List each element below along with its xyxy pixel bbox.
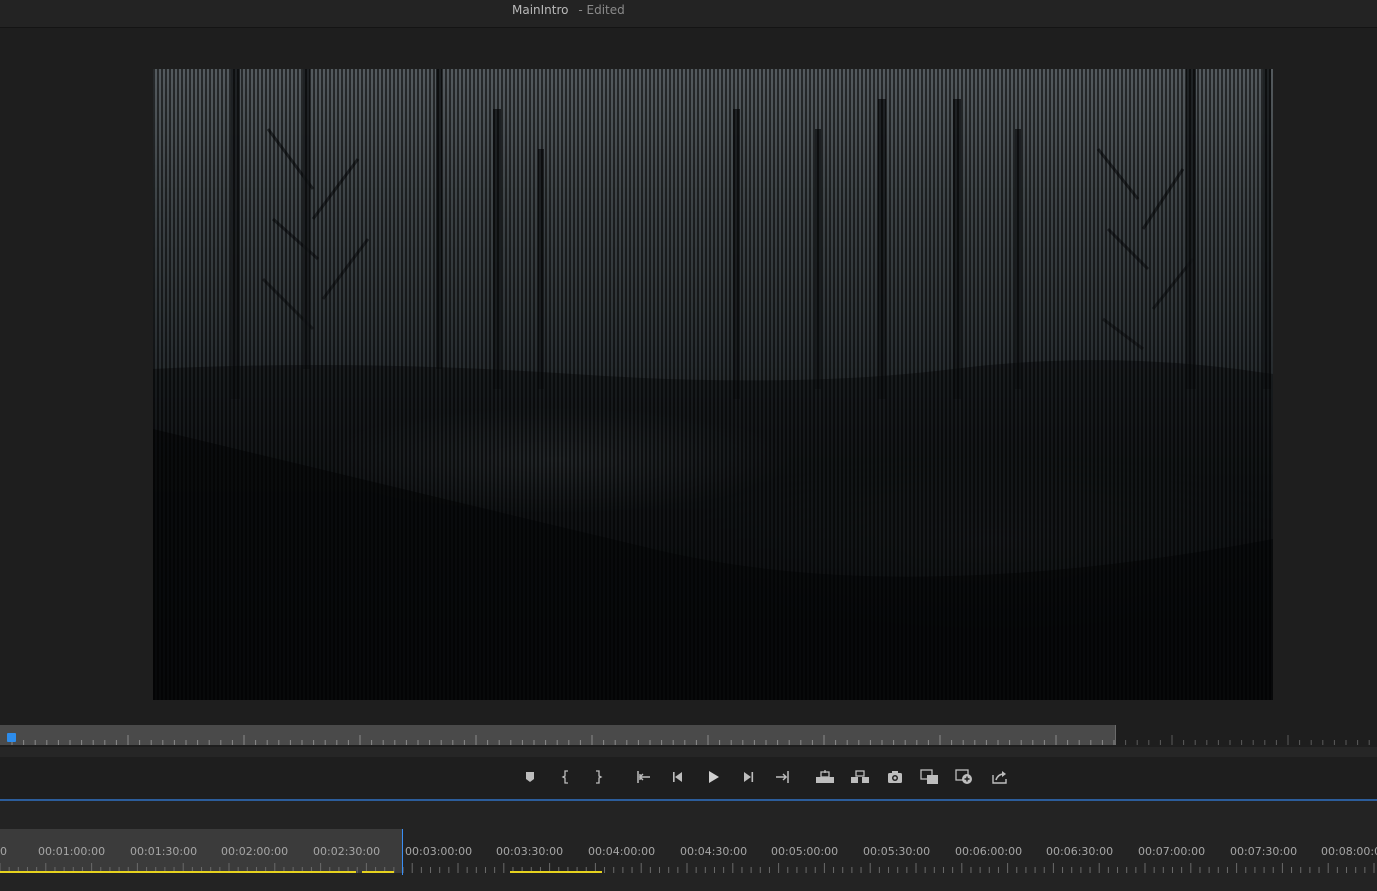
extract-icon[interactable] (848, 766, 872, 788)
timecode-label: 00:01:30:00 (130, 845, 198, 858)
timecode-label: 00:07:00:00 (1138, 845, 1206, 858)
timecode-label: 00:07:30:00 (1230, 845, 1298, 858)
step-back-icon[interactable] (666, 766, 690, 788)
title-bar: MainIntro - Edited (0, 0, 1377, 28)
play-icon[interactable] (701, 766, 725, 788)
mark-out-icon[interactable] (586, 766, 610, 788)
timecode-label: 00:02:00:00 (221, 845, 289, 858)
program-monitor-frame[interactable] (153, 69, 1273, 700)
marker-icon[interactable] (518, 766, 542, 788)
sequence-title: MainIntro - Edited (512, 2, 625, 18)
sequence-name: MainIntro (512, 3, 569, 17)
timecode-label: 00:06:00:00 (955, 845, 1023, 858)
lift-icon[interactable] (813, 766, 837, 788)
edit-status: - Edited (578, 3, 625, 17)
step-forward-icon[interactable] (736, 766, 760, 788)
toggle-proxies-icon[interactable] (953, 766, 977, 788)
share-icon[interactable] (988, 766, 1012, 788)
mark-in-icon[interactable] (554, 766, 578, 788)
program-mini-ruler[interactable] (0, 725, 1377, 747)
timecode-label: 00:06:30:00 (1046, 845, 1114, 858)
transport-controls (0, 757, 1377, 799)
timecode-label: 0 (0, 845, 7, 858)
camera-icon[interactable] (883, 766, 907, 788)
timecode-label: 00:02:30:00 (313, 845, 381, 858)
timeline-ruler-panel[interactable]: 0 00:01:00:00 00:01:30:00 00:02:00:00 00… (0, 801, 1377, 891)
timecode-label: 00:05:00:00 (771, 845, 839, 858)
timecode-label: 00:04:00:00 (588, 845, 656, 858)
timecode-label: 00:05:30:00 (863, 845, 931, 858)
timecode-label: 00:01:00:00 (38, 845, 106, 858)
mini-ruler-ticks (11, 735, 1370, 745)
go-to-out-icon[interactable] (770, 766, 794, 788)
timecode-label: 00:03:30:00 (496, 845, 564, 858)
go-to-in-icon[interactable] (632, 766, 656, 788)
comparison-view-icon[interactable] (918, 766, 942, 788)
zoom-scrollbar[interactable] (0, 747, 1377, 757)
timeline-playhead[interactable] (402, 829, 403, 875)
timecode-label: 00:08:00:00 (1321, 845, 1377, 858)
mini-playhead-handle[interactable] (7, 733, 16, 742)
timecode-label: 00:03:00:00 (405, 845, 473, 858)
timecode-label: 00:04:30:00 (680, 845, 748, 858)
